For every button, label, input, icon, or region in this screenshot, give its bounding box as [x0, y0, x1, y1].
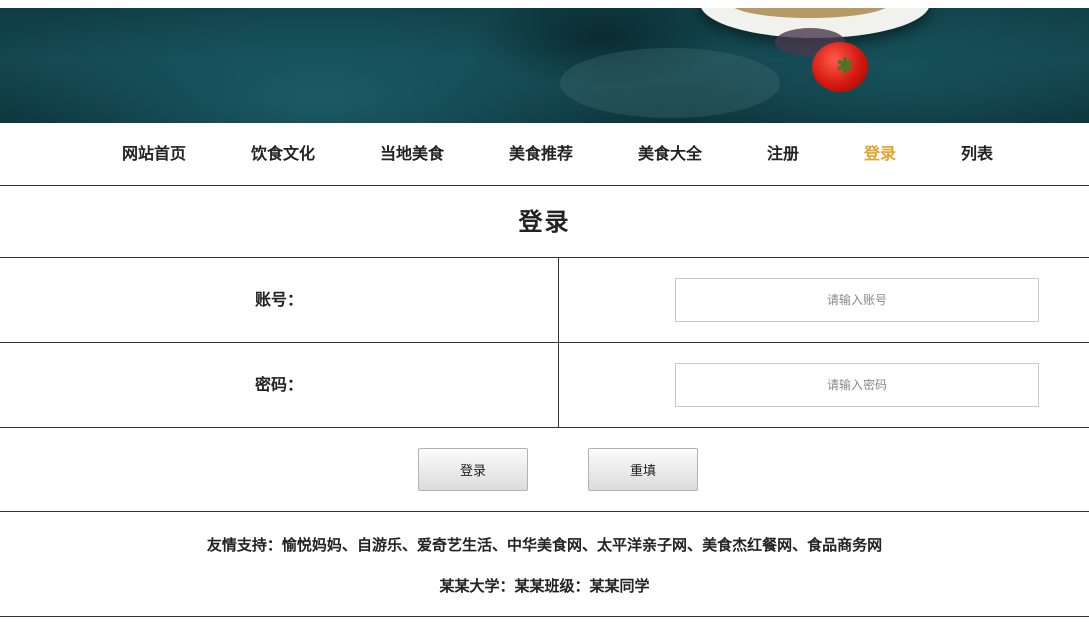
partner-link[interactable]: 中华美食网 [507, 536, 582, 554]
nav-item-food-culture[interactable]: 饮食文化 [251, 144, 315, 164]
column-divider [558, 258, 559, 342]
column-divider [558, 343, 559, 427]
password-label: 密码： [254, 375, 303, 394]
nav-item-login[interactable]: 登录 [864, 144, 896, 164]
account-input[interactable] [675, 278, 1039, 322]
partner-link[interactable]: 爱奇艺生活 [417, 536, 492, 554]
link-separator: 、 [341, 536, 357, 554]
link-separator: 、 [687, 536, 703, 554]
login-button[interactable]: 登录 [418, 448, 528, 491]
partner-link[interactable]: 太平洋亲子网 [597, 536, 687, 554]
friend-links: 友情支持：愉悦妈妈、自游乐、爱奇艺生活、中华美食网、太平洋亲子网、美食杰红餐网、… [0, 535, 1089, 555]
link-separator: 、 [401, 536, 417, 554]
footer: 友情支持：愉悦妈妈、自游乐、爱奇艺生活、中华美食网、太平洋亲子网、美食杰红餐网、… [0, 513, 1089, 617]
credit-class: 某某班级 [514, 577, 575, 595]
nav-item-recommended[interactable]: 美食推荐 [509, 144, 573, 164]
partner-link[interactable]: 愉悦妈妈 [282, 536, 342, 554]
partner-link[interactable]: 食品商务网 [807, 536, 882, 554]
main-navigation: 网站首页 饮食文化 当地美食 美食推荐 美食大全 注册 登录 列表 [0, 123, 1089, 186]
account-row: 账号： [0, 258, 1089, 343]
header-banner: ✱ [0, 8, 1089, 123]
nav-item-register[interactable]: 注册 [767, 144, 799, 164]
reset-button[interactable]: 重填 [588, 448, 698, 491]
water-splash [560, 48, 780, 118]
credit-separator: ： [574, 577, 590, 595]
credit-line: 某某大学：某某班级：某某同学 [0, 576, 1089, 596]
account-label: 账号： [254, 290, 303, 309]
nav-item-home[interactable]: 网站首页 [122, 144, 186, 164]
credit-student: 某某同学 [589, 577, 650, 595]
page-title: 登录 [0, 186, 1089, 258]
credit-separator: ： [499, 577, 515, 595]
nav-item-food-encyclopedia[interactable]: 美食大全 [638, 144, 702, 164]
nav-item-list[interactable]: 列表 [961, 144, 993, 164]
credit-school: 某某大学 [439, 577, 500, 595]
nav-item-local-food[interactable]: 当地美食 [380, 144, 444, 164]
partner-link[interactable]: 美食杰红餐网 [702, 536, 792, 554]
password-input[interactable] [675, 363, 1039, 407]
friend-links-label: 友情支持： [206, 536, 282, 554]
link-separator: 、 [792, 536, 808, 554]
link-separator: 、 [491, 536, 507, 554]
tomato-leaf-icon: ✱ [835, 54, 855, 79]
password-row: 密码： [0, 343, 1089, 428]
form-actions: 登录 重填 [0, 428, 1089, 512]
partner-link[interactable]: 自游乐 [357, 536, 402, 554]
link-separator: 、 [582, 536, 598, 554]
